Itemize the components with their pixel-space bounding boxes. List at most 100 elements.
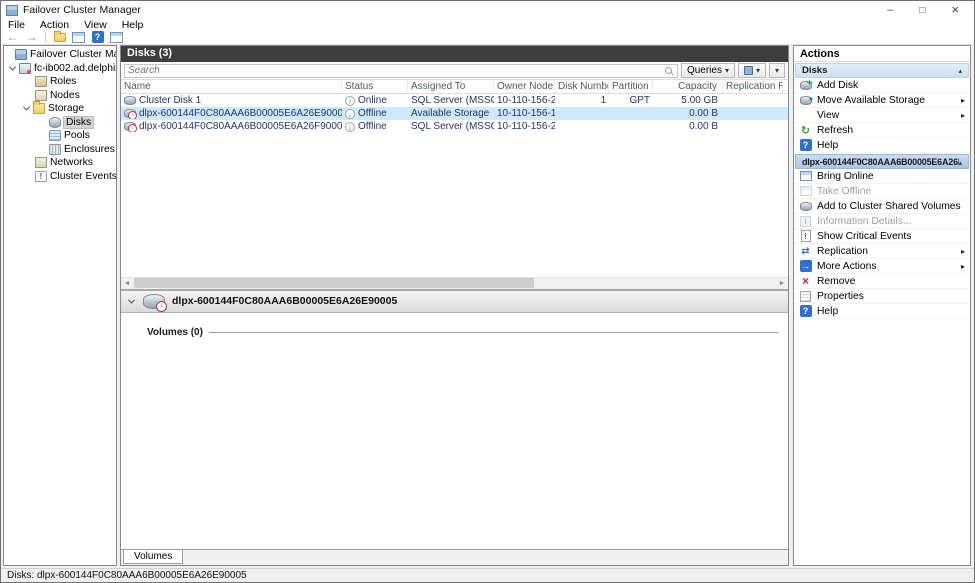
search-icon xyxy=(665,67,672,74)
action-show-critical-events[interactable]: Show Critical Events xyxy=(794,229,970,244)
column-header-capacity[interactable]: Capacity xyxy=(653,80,723,93)
expand-chevron-icon[interactable] xyxy=(9,65,16,72)
collapse-icon[interactable] xyxy=(959,157,962,167)
window-icon[interactable] xyxy=(71,31,86,44)
cluster-icon xyxy=(19,63,31,74)
collapse-icon[interactable] xyxy=(958,65,962,76)
window-controls xyxy=(887,4,969,17)
results-pane: Disks (3) Queries xyxy=(120,45,789,566)
replication-icon xyxy=(799,245,812,257)
actions-header: Actions xyxy=(794,46,970,62)
help-icon[interactable] xyxy=(90,31,105,44)
table-row[interactable]: dlpx-600144F0C80AAA6B00005E6A26F90006 Of… xyxy=(121,120,788,133)
add-disk-icon xyxy=(799,79,812,91)
networks-icon xyxy=(35,157,47,168)
column-header-name[interactable]: Name xyxy=(121,80,342,93)
actions-section-disks[interactable]: Disks xyxy=(795,63,969,78)
disk-offline-icon xyxy=(124,122,136,131)
action-refresh[interactable]: Refresh xyxy=(794,123,970,138)
column-header-owner-node[interactable]: Owner Node xyxy=(494,80,555,93)
action-add-disk[interactable]: Add Disk xyxy=(794,78,970,93)
cluster-events-icon xyxy=(35,171,47,182)
action-move-available-storage[interactable]: Move Available Storage xyxy=(794,93,970,108)
scroll-right-icon[interactable]: ► xyxy=(776,277,788,289)
failover-cluster-manager-window: Failover Cluster Manager File Action Vie… xyxy=(0,0,975,583)
action-properties[interactable]: Properties xyxy=(794,289,970,304)
tree-item-nodes[interactable]: Nodes xyxy=(4,89,116,103)
tree-item-disks[interactable]: Disks xyxy=(4,116,116,130)
tree-item-pools[interactable]: Pools xyxy=(4,129,116,143)
take-offline-icon xyxy=(799,185,812,197)
online-status-icon xyxy=(345,96,355,106)
disk-icon xyxy=(124,96,136,105)
expand-chevron-icon[interactable] xyxy=(23,105,30,112)
actions-section-selected-disk[interactable]: dlpx-600144F0C80AAA6B00005E6A26E90005 xyxy=(795,154,969,169)
column-header-replication-role[interactable]: Replication Role xyxy=(723,80,783,93)
table-header-row: Name Status Assigned To Owner Node Disk … xyxy=(121,80,788,94)
scroll-left-icon[interactable]: ◄ xyxy=(121,277,133,289)
new-window-icon[interactable] xyxy=(109,31,124,44)
help-icon xyxy=(799,305,812,317)
menu-help[interactable]: Help xyxy=(122,19,144,31)
scrollbar-thumb[interactable] xyxy=(134,278,534,288)
blank-icon xyxy=(799,109,812,121)
tree-item-storage[interactable]: Storage xyxy=(4,102,116,116)
tree-item-cluster-events[interactable]: Cluster Events xyxy=(4,170,116,184)
volumes-group-label: Volumes (0) xyxy=(147,327,778,338)
close-button[interactable] xyxy=(951,4,959,17)
chevron-down-icon xyxy=(775,65,779,76)
app-icon xyxy=(6,5,18,16)
title-bar: Failover Cluster Manager xyxy=(1,1,974,19)
cluster-manager-icon xyxy=(15,49,27,60)
disks-table: Name Status Assigned To Owner Node Disk … xyxy=(121,80,788,277)
action-bring-online[interactable]: Bring Online xyxy=(794,169,970,184)
move-storage-icon xyxy=(799,94,812,106)
help-icon xyxy=(799,139,812,151)
collapse-detail-chevron-icon[interactable] xyxy=(127,297,136,306)
action-more-actions[interactable]: More Actions xyxy=(794,259,970,274)
tree-item-roles[interactable]: Roles xyxy=(4,75,116,89)
tree-item-networks[interactable]: Networks xyxy=(4,156,116,170)
back-icon[interactable] xyxy=(5,31,20,44)
nodes-icon xyxy=(35,90,47,101)
console-tree-icon[interactable] xyxy=(52,31,67,44)
queries-dropdown[interactable]: Queries xyxy=(681,63,735,78)
menu-view[interactable]: View xyxy=(84,19,107,31)
expand-search-button[interactable] xyxy=(769,63,785,78)
column-header-partition-style[interactable]: Partition Style xyxy=(609,80,653,93)
detail-pane-body: Volumes (0) xyxy=(121,313,788,549)
save-query-dropdown[interactable] xyxy=(738,63,766,78)
submenu-arrow-icon xyxy=(961,95,965,106)
search-input[interactable] xyxy=(128,65,665,76)
action-remove[interactable]: Remove xyxy=(794,274,970,289)
action-view[interactable]: View xyxy=(794,108,970,123)
disk-icon xyxy=(49,117,61,128)
action-help[interactable]: Help xyxy=(794,138,970,153)
detail-tab-row: Volumes xyxy=(121,549,788,565)
column-header-disk-number[interactable]: Disk Number xyxy=(555,80,609,93)
tab-volumes[interactable]: Volumes xyxy=(123,550,183,564)
pools-icon xyxy=(49,130,61,141)
maximize-button[interactable] xyxy=(919,5,925,16)
toolbar-separator xyxy=(45,32,46,43)
action-add-to-cluster-shared-volumes[interactable]: Add to Cluster Shared Volumes xyxy=(794,199,970,214)
table-row[interactable]: Cluster Disk 1 Online SQL Server (MSSQLS… xyxy=(121,94,788,107)
action-help-2[interactable]: Help xyxy=(794,304,970,319)
disk-offline-icon xyxy=(124,109,136,118)
menu-action[interactable]: Action xyxy=(40,19,69,31)
tree-item-cluster[interactable]: fc-ib002.ad.delphix.com xyxy=(4,62,116,76)
action-replication[interactable]: Replication xyxy=(794,244,970,259)
window-title: Failover Cluster Manager xyxy=(23,4,141,16)
table-row-selected[interactable]: dlpx-600144F0C80AAA6B00005E6A26E90005 Of… xyxy=(121,107,788,120)
action-take-offline: Take Offline xyxy=(794,184,970,199)
column-header-assigned-to[interactable]: Assigned To xyxy=(408,80,494,93)
column-header-status[interactable]: Status xyxy=(342,80,408,93)
refresh-icon xyxy=(799,124,812,136)
tree-item-enclosures[interactable]: Enclosures xyxy=(4,143,116,157)
tree-item-failover-cluster-manager[interactable]: Failover Cluster Manager xyxy=(4,48,116,62)
chevron-down-icon xyxy=(756,65,760,76)
horizontal-scrollbar[interactable]: ◄ ► xyxy=(121,277,788,289)
bring-online-icon xyxy=(799,170,812,182)
minimize-button[interactable] xyxy=(887,5,893,16)
forward-icon[interactable] xyxy=(24,31,39,44)
